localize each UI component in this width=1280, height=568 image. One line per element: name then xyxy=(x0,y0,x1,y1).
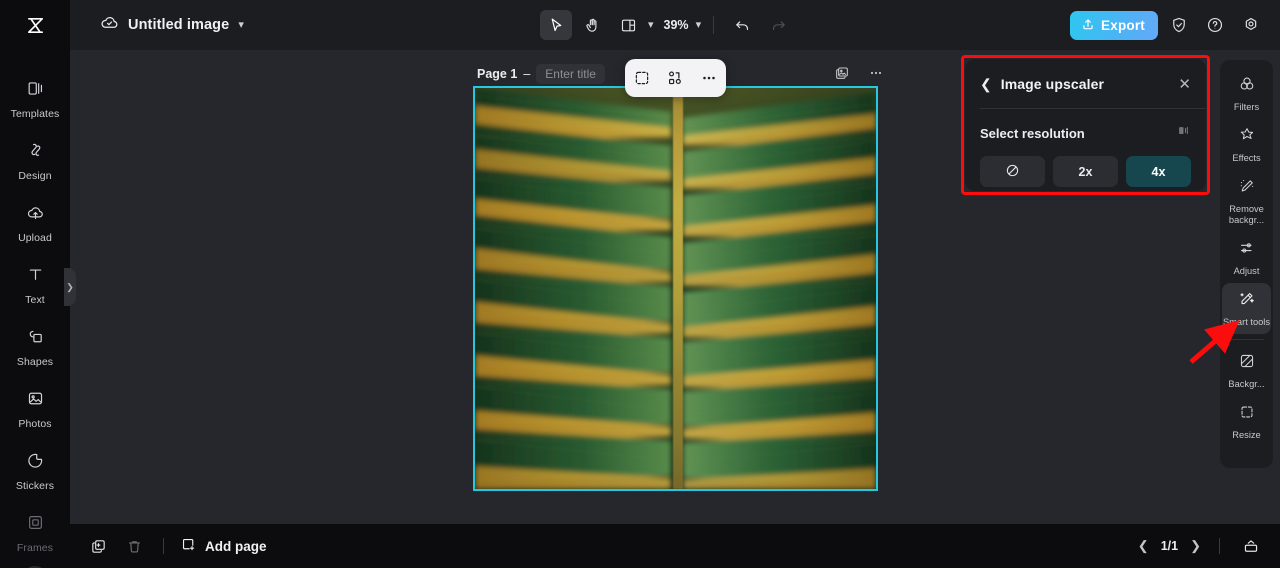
hand-pan-icon[interactable] xyxy=(576,10,608,40)
sidebar-item-stickers[interactable]: Stickers xyxy=(0,440,70,502)
sidebar-item-photos[interactable]: Photos xyxy=(0,378,70,440)
trash-icon[interactable] xyxy=(121,533,147,559)
zoom-chevron-down-icon[interactable]: ▾ xyxy=(696,19,702,31)
page-label-group: Page 1 – Enter title xyxy=(477,64,605,84)
sidebar-label: Stickers xyxy=(15,479,55,492)
design-icon xyxy=(26,141,45,165)
layout-chevron-down-icon[interactable]: ▾ xyxy=(648,19,654,31)
page-dash: – xyxy=(523,67,531,81)
add-page-button[interactable]: Add page xyxy=(180,536,267,556)
cloud-check-icon xyxy=(100,13,119,37)
right-tool-rail: Filters Effects Remove backgr... Adjust xyxy=(1220,60,1273,468)
selection-more-horizontal-icon[interactable] xyxy=(696,65,722,91)
chevron-down-icon[interactable]: ▾ xyxy=(238,19,244,31)
top-bar: Untitled image ▾ ▾ 39% ▾ Export xyxy=(0,0,1280,50)
sidebar-label: Design xyxy=(18,169,52,182)
crop-frame-icon[interactable] xyxy=(629,65,655,91)
right-rail-item-remove-background[interactable]: Remove backgr... xyxy=(1222,170,1271,232)
duplicate-icon[interactable] xyxy=(85,533,111,559)
effects-icon xyxy=(1238,126,1256,149)
sidebar-label: Shapes xyxy=(16,355,54,368)
sidebar-item-templates[interactable]: Templates xyxy=(0,68,70,130)
page-more-horizontal-icon[interactable] xyxy=(865,62,887,84)
zoom-control[interactable]: 39% ▾ xyxy=(660,18,702,32)
sidebar-label: Templates xyxy=(10,107,60,120)
export-label: Export xyxy=(1101,17,1145,33)
smart-nodes-icon[interactable] xyxy=(662,65,688,91)
right-rail-label: Adjust xyxy=(1233,266,1260,276)
capcut-logo[interactable] xyxy=(0,0,70,50)
duplicate-page-icon[interactable] xyxy=(831,62,853,84)
right-rail-label: Remove backgr... xyxy=(1228,204,1265,225)
red-arrow-annotation xyxy=(1189,320,1240,364)
undo-icon[interactable] xyxy=(726,10,758,40)
page-indicator: 1/1 xyxy=(1160,539,1179,553)
sidebar-label: Photos xyxy=(18,417,52,430)
timeline-panel-icon[interactable] xyxy=(1238,533,1264,559)
divider xyxy=(1219,538,1220,554)
text-icon xyxy=(26,265,45,289)
sidebar-label: Frames xyxy=(16,541,54,554)
add-page-icon xyxy=(180,536,197,556)
page-number: Page 1 xyxy=(477,67,518,81)
palm-leaf-photo[interactable] xyxy=(475,88,876,489)
sidebar-label: Upload xyxy=(18,231,52,244)
right-rail-item-filters[interactable]: Filters xyxy=(1222,68,1271,119)
sidebar-expand-handle[interactable]: ❯ xyxy=(64,268,76,306)
sidebar-item-frames[interactable]: Frames xyxy=(0,502,70,564)
smart-tools-icon xyxy=(1238,290,1256,313)
document-title-group[interactable]: Untitled image ▾ xyxy=(100,13,244,37)
upload-cloud-icon xyxy=(26,203,45,227)
sidebar-label: Text xyxy=(25,293,45,306)
top-right-actions: Export xyxy=(1070,0,1266,50)
document-title[interactable]: Untitled image xyxy=(128,17,229,33)
layout-panel-icon[interactable] xyxy=(612,10,644,40)
canvas-tools: ▾ 39% ▾ xyxy=(540,0,794,50)
sidebar-item-design[interactable]: Design xyxy=(0,130,70,192)
capcut-image-editor: Untitled image ▾ ▾ 39% ▾ Export Template… xyxy=(0,0,1280,568)
photos-icon xyxy=(26,389,45,413)
sidebar-item-upload[interactable]: Upload xyxy=(0,192,70,254)
right-rail-item-resize[interactable]: Resize xyxy=(1222,396,1271,447)
right-rail-label: Filters xyxy=(1233,102,1260,112)
panel-highlight-annotation xyxy=(961,55,1210,195)
right-rail-label: Effects xyxy=(1232,153,1261,163)
bottom-left-actions: Add page xyxy=(85,533,267,559)
adjust-icon xyxy=(1238,239,1256,262)
redo-icon[interactable] xyxy=(762,10,794,40)
right-rail-item-adjust[interactable]: Adjust xyxy=(1222,232,1271,283)
resize-icon xyxy=(1238,403,1256,426)
left-sidebar: Templates Design Upload Text Shapes Phot… xyxy=(0,50,70,568)
prev-page-icon[interactable]: ❮ xyxy=(1138,538,1149,554)
page-title-input[interactable]: Enter title xyxy=(536,64,605,84)
divider xyxy=(713,16,715,34)
sidebar-item-shapes[interactable]: Shapes xyxy=(0,316,70,378)
bottom-bar: Add page ❮ 1/1 ❯ xyxy=(70,524,1280,568)
remove-bg-icon xyxy=(1238,177,1256,200)
upload-icon xyxy=(1081,17,1095,34)
floating-selection-toolbar xyxy=(625,59,726,97)
add-page-label: Add page xyxy=(205,538,267,554)
sidebar-item-text[interactable]: Text xyxy=(0,254,70,316)
next-page-icon[interactable]: ❯ xyxy=(1190,538,1201,554)
cursor-select-icon[interactable] xyxy=(540,10,572,40)
zoom-level: 39% xyxy=(663,18,689,32)
shield-check-icon[interactable] xyxy=(1164,10,1194,40)
shapes-icon xyxy=(26,327,45,351)
stickers-icon xyxy=(26,451,45,475)
leaf-central-stem xyxy=(672,88,684,489)
right-rail-label: Backgr... xyxy=(1228,379,1265,389)
question-circle-icon[interactable] xyxy=(1200,10,1230,40)
gear-icon[interactable] xyxy=(1236,10,1266,40)
right-rail-label: Resize xyxy=(1232,430,1261,440)
page-actions xyxy=(831,62,887,84)
templates-icon xyxy=(26,79,45,103)
right-rail-item-effects[interactable]: Effects xyxy=(1222,119,1271,170)
export-button[interactable]: Export xyxy=(1070,10,1158,40)
bottom-right-actions: ❮ 1/1 ❯ xyxy=(1138,533,1264,559)
filters-icon xyxy=(1238,75,1256,98)
frames-icon xyxy=(26,513,45,537)
divider xyxy=(163,538,164,554)
selected-image-frame[interactable] xyxy=(473,86,878,491)
